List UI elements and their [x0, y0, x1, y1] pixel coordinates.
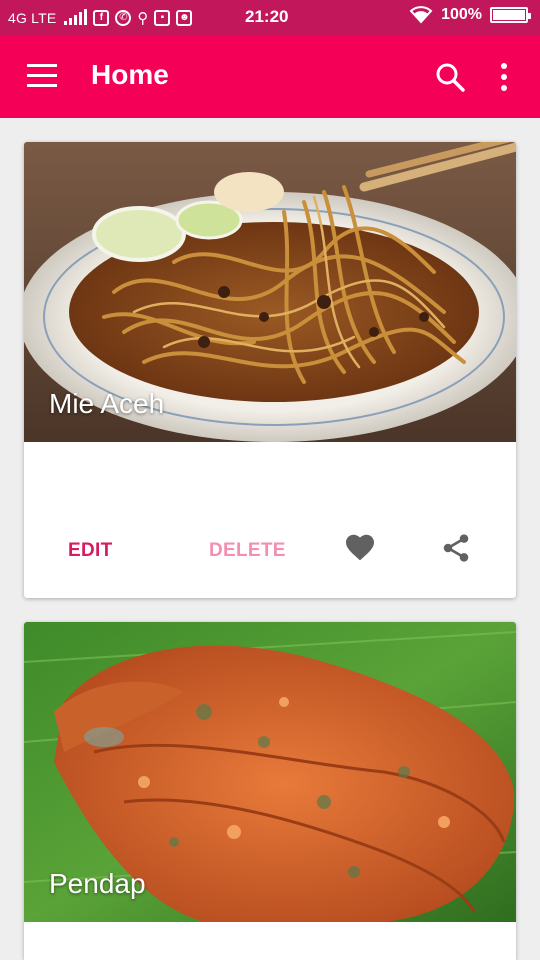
- menu-icon[interactable]: [27, 64, 57, 88]
- signal-icon: [64, 8, 88, 25]
- card-title: Pendap: [49, 868, 146, 899]
- status-bar: 4G LTE f ✆ ⚲ ▪ ☻ 21:20 100%: [0, 0, 540, 35]
- chat-icon: ☻: [176, 9, 193, 26]
- page-title: Home: [91, 59, 169, 90]
- edit-button[interactable]: EDIT: [68, 540, 112, 562]
- favorite-icon[interactable]: [344, 532, 376, 562]
- card-title: Mie Aceh: [49, 388, 165, 419]
- more-vert-icon[interactable]: [494, 61, 514, 93]
- card-actions: EDIT DELETE: [24, 534, 516, 598]
- recipe-image-mie-aceh[interactable]: Mie Aceh: [24, 142, 516, 442]
- share-icon[interactable]: [440, 532, 472, 564]
- network-type: 4G LTE: [8, 9, 57, 26]
- recipe-card[interactable]: Mie Aceh EDIT DELETE: [24, 142, 516, 598]
- app-bar: Home: [0, 35, 540, 118]
- battery-percent: 100%: [441, 6, 482, 23]
- clock: 21:20: [245, 7, 289, 26]
- status-left: 4G LTE f ✆ ⚲ ▪ ☻: [8, 8, 193, 27]
- search-icon[interactable]: [434, 61, 466, 93]
- recipe-card[interactable]: Pendap: [24, 622, 516, 960]
- card-body: [24, 442, 516, 540]
- delete-button[interactable]: DELETE: [209, 540, 286, 562]
- usb-icon: ⚲: [137, 9, 149, 27]
- facebook-icon: f: [93, 9, 110, 26]
- wifi-icon: [409, 6, 433, 24]
- app-icon: ▪: [154, 9, 171, 26]
- recipe-image-pendap[interactable]: Pendap: [24, 622, 516, 922]
- whatsapp-icon: ✆: [115, 9, 132, 26]
- status-right: 100%: [409, 6, 531, 24]
- battery-icon: [490, 7, 531, 23]
